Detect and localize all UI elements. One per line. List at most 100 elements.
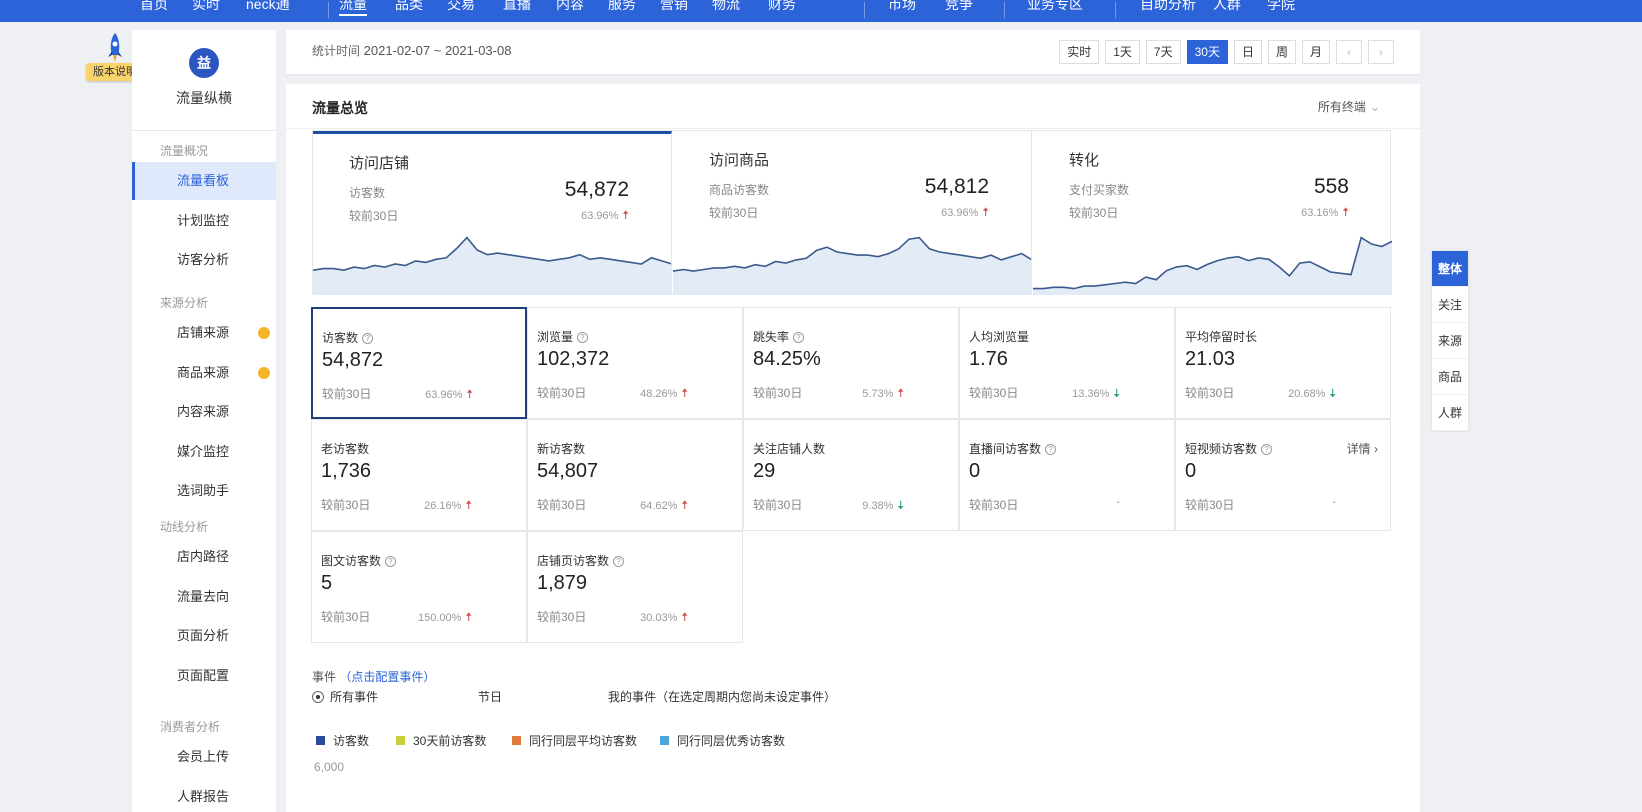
period-button[interactable]: 1天	[1105, 40, 1140, 64]
sidebar-item[interactable]: 店内路径	[132, 538, 276, 576]
metric-cell[interactable]: 浏览量? 102,372 较前30日 48.26% 🠅	[527, 307, 743, 419]
metric-cell[interactable]: 人均浏览量 1.76 较前30日 13.36% 🠇	[959, 307, 1175, 419]
help-icon[interactable]: ?	[1045, 444, 1057, 455]
legend-item[interactable]: 访客数	[316, 732, 369, 749]
panel-divider	[286, 128, 1420, 129]
metric-value: 29	[753, 460, 776, 482]
nav-item[interactable]: 人群	[1213, 0, 1241, 14]
nav-item[interactable]: 实时	[192, 0, 220, 14]
metric-change: 64.62% 🠅	[618, 496, 688, 517]
period-button[interactable]: 月	[1301, 40, 1330, 64]
nav-item[interactable]: 流量	[339, 0, 367, 16]
metric-change-value: 13.36%	[1072, 388, 1110, 400]
nav-item[interactable]: 品类	[395, 0, 423, 14]
metric-value: 1.76	[969, 348, 1008, 370]
nav-separator	[1004, 2, 1005, 18]
summary-card[interactable]: 访问商品 商品访客数 较前30日 54,812 63.96% 🠅	[673, 131, 1032, 295]
notification-dot	[258, 327, 270, 339]
period-button[interactable]: 周	[1267, 40, 1296, 64]
metric-cell[interactable]: 老访客数 1,736 较前30日 26.16% 🠅	[311, 419, 527, 531]
sidebar-item[interactable]: 流量看板	[132, 162, 276, 200]
nav-item[interactable]: 物流	[712, 0, 740, 14]
right-tab[interactable]: 整体	[1432, 251, 1468, 287]
metric-cell[interactable]: 直播间访客数? 0 较前30日 -	[959, 419, 1175, 531]
metric-cell[interactable]: 短视频访客数? 0 较前30日 - 详情 ›	[1175, 419, 1391, 531]
metric-cell[interactable]: 访客数? 54,872 较前30日 63.96% 🠅	[311, 307, 527, 419]
sidebar-item[interactable]: 选词助手	[132, 472, 276, 510]
help-icon[interactable]: ?	[385, 556, 397, 567]
next-arrow-icon[interactable]: ›	[1368, 40, 1394, 64]
right-tab[interactable]: 人群	[1432, 395, 1468, 431]
period-button[interactable]: 实时	[1059, 40, 1100, 64]
summary-card-change-value: 63.16%	[1301, 207, 1339, 219]
metric-cell[interactable]: 图文访客数? 5 较前30日 150.00% 🠅	[311, 531, 527, 643]
nav-item[interactable]: 服务	[608, 0, 636, 14]
metric-cell[interactable]: 跳失率? 84.25% 较前30日 5.73% 🠅	[743, 307, 959, 419]
configure-events-link[interactable]: （点击配置事件）	[339, 670, 435, 684]
right-tab[interactable]: 商品	[1432, 359, 1468, 395]
sparkline-chart	[1033, 236, 1392, 295]
nav-item[interactable]: 交易	[447, 0, 475, 14]
nav-item[interactable]: 市场	[888, 0, 916, 14]
sidebar-item[interactable]: 商品来源	[132, 354, 276, 392]
legend-item[interactable]: 同行同层优秀访客数	[660, 732, 785, 749]
details-link[interactable]: 详情 ›	[1347, 440, 1378, 457]
nav-item[interactable]: 自助分析	[1140, 0, 1196, 14]
nav-item[interactable]: 学院	[1267, 0, 1295, 14]
help-icon[interactable]: ?	[577, 332, 589, 343]
legend-swatch	[316, 736, 325, 745]
metric-cell[interactable]: 店铺页访客数? 1,879 较前30日 30.03% 🠅	[527, 531, 743, 643]
metric-cell[interactable]: 平均停留时长 21.03 较前30日 20.68% 🠇	[1175, 307, 1391, 419]
nav-item[interactable]: 直播	[503, 0, 531, 14]
right-tab[interactable]: 来源	[1432, 323, 1468, 359]
period-button[interactable]: 30天	[1186, 40, 1228, 64]
nav-item[interactable]: 首页	[140, 0, 168, 14]
sidebar-item-label: 页面分析	[177, 628, 230, 643]
metric-label: 新访客数	[537, 440, 585, 457]
event-option[interactable]: 所有事件	[312, 688, 378, 705]
metric-cell[interactable]: 新访客数 54,807 较前30日 64.62% 🠅	[527, 419, 743, 531]
legend-item[interactable]: 同行同层平均访客数	[512, 732, 637, 749]
help-icon[interactable]: ?	[613, 556, 625, 567]
period-button[interactable]: 日	[1233, 40, 1262, 64]
help-icon[interactable]: ?	[1261, 444, 1273, 455]
event-option[interactable]: 我的事件（在选定周期内您尚未设定事件）	[608, 688, 836, 705]
period-button[interactable]: 7天	[1145, 40, 1181, 64]
sidebar-item[interactable]: 会员上传	[132, 738, 276, 776]
nav-item[interactable]: 财务	[768, 0, 796, 14]
event-option-label: 所有事件	[330, 690, 379, 704]
summary-card[interactable]: 访问店铺 访客数 较前30日 54,872 63.96% 🠅	[313, 131, 672, 295]
metric-change-value: 48.26%	[640, 388, 678, 400]
metric-label-text: 老访客数	[321, 442, 370, 456]
nav-item[interactable]: 竞争	[945, 0, 973, 14]
sidebar-item[interactable]: 店铺来源	[132, 314, 276, 352]
help-icon[interactable]: ?	[793, 332, 805, 343]
metric-label: 关注店铺人数	[753, 440, 825, 457]
nav-item[interactable]: 内容	[556, 0, 584, 14]
legend-item[interactable]: 30天前访客数	[396, 732, 486, 749]
sidebar-item[interactable]: 流量去向	[132, 578, 276, 616]
metric-label: 跳失率?	[753, 328, 805, 345]
nav-item[interactable]: 业务专区	[1027, 0, 1083, 14]
event-option[interactable]: 节日	[478, 688, 502, 705]
sidebar-item[interactable]: 计划监控	[132, 202, 276, 240]
sidebar-item[interactable]: 页面配置	[132, 657, 276, 695]
right-tab[interactable]: 关注	[1432, 287, 1468, 323]
summary-card-change: 63.96% 🠅	[509, 206, 629, 227]
sidebar-item[interactable]: 内容来源	[132, 393, 276, 431]
arrow-up-icon: 🠅	[622, 208, 629, 222]
nav-item[interactable]: 营销	[660, 0, 688, 14]
legend-swatch	[396, 736, 405, 745]
radio-selected-icon[interactable]	[312, 691, 324, 703]
metric-cell[interactable]: 关注店铺人数 29 较前30日 9.38% 🠇	[743, 419, 959, 531]
sidebar-item[interactable]: 媒介监控	[132, 433, 276, 471]
nav-item[interactable]: neck通	[246, 0, 290, 14]
sidebar-item[interactable]: 页面分析	[132, 617, 276, 655]
prev-arrow-icon[interactable]: ‹	[1336, 40, 1362, 64]
terminal-select[interactable]: 所有终端 ⌄	[1318, 98, 1380, 115]
summary-card[interactable]: 转化 支付买家数 较前30日 558 63.16% 🠅	[1033, 131, 1392, 295]
sidebar-item[interactable]: 访客分析	[132, 241, 276, 279]
help-icon[interactable]: ?	[362, 333, 374, 344]
summary-card-compare: 较前30日	[709, 206, 759, 220]
sidebar-item[interactable]: 人群报告	[132, 778, 276, 812]
